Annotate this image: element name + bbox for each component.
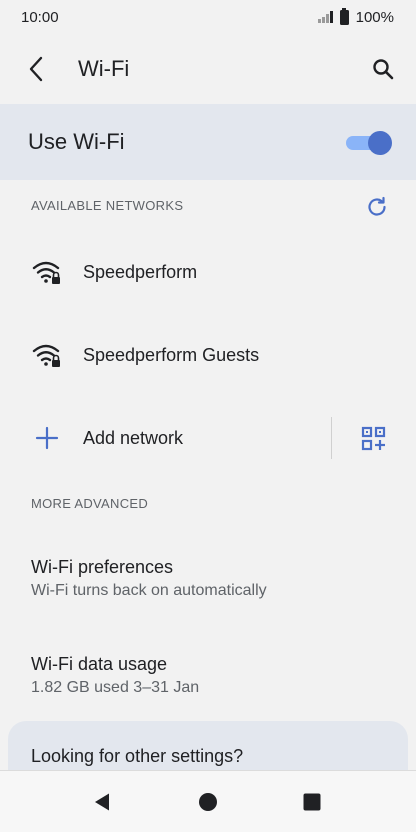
nav-recents-button[interactable] <box>300 790 324 814</box>
wifi-lock-icon <box>32 340 62 370</box>
nav-home-button[interactable] <box>196 790 220 814</box>
nav-back-button[interactable] <box>90 790 114 814</box>
back-arrow-icon <box>29 56 43 82</box>
use-wifi-label: Use Wi-Fi <box>28 129 125 154</box>
add-network-button[interactable]: Add network <box>0 397 330 479</box>
battery-level: 100% <box>355 8 394 26</box>
switch-thumb <box>368 131 392 155</box>
nav-recents-icon <box>303 793 321 811</box>
qr-scan-button[interactable] <box>360 425 388 453</box>
available-networks-header: AVAILABLE NETWORKS <box>31 198 184 213</box>
add-network-label: Add network <box>83 427 184 448</box>
wifi-data-usage-subtitle: 1.82 GB used 3–31 Jan <box>31 679 200 696</box>
use-wifi-row[interactable]: Use Wi-Fi <box>0 104 416 180</box>
network-name: Speedperform Guests <box>83 344 260 365</box>
other-settings-title: Looking for other settings? <box>31 746 244 766</box>
search-button[interactable] <box>368 54 398 84</box>
nav-home-icon <box>199 793 217 811</box>
wifi-preferences-subtitle: Wi-Fi turns back on automatically <box>31 582 267 599</box>
system-nav-bar <box>0 770 416 832</box>
app-bar: Wi-Fi <box>0 34 416 104</box>
nav-back-icon <box>95 793 109 811</box>
battery-icon <box>339 7 349 25</box>
vertical-divider <box>331 417 332 459</box>
status-indicators: 100% <box>318 7 394 26</box>
network-item[interactable]: Speedperform <box>0 231 416 313</box>
network-item[interactable]: Speedperform Guests <box>0 314 416 396</box>
plus-icon <box>32 423 62 453</box>
network-name: Speedperform <box>83 261 198 282</box>
more-advanced-header: MORE ADVANCED <box>31 496 149 511</box>
use-wifi-switch[interactable] <box>346 131 392 155</box>
wifi-lock-icon <box>32 257 62 287</box>
signal-icon <box>318 11 333 23</box>
search-icon <box>373 59 394 80</box>
status-time: 10:00 <box>21 8 59 26</box>
status-bar: 10:00 100% <box>0 0 416 34</box>
page-title: Wi-Fi <box>78 56 130 81</box>
qr-code-icon <box>361 426 386 451</box>
wifi-data-usage-title: Wi-Fi data usage <box>31 654 168 674</box>
wifi-preferences-item[interactable]: Wi-Fi preferences Wi-Fi turns back on au… <box>0 557 416 637</box>
back-button[interactable] <box>22 55 50 83</box>
refresh-button[interactable] <box>364 194 390 220</box>
wifi-preferences-title: Wi-Fi preferences <box>31 557 174 577</box>
refresh-icon <box>368 196 386 216</box>
